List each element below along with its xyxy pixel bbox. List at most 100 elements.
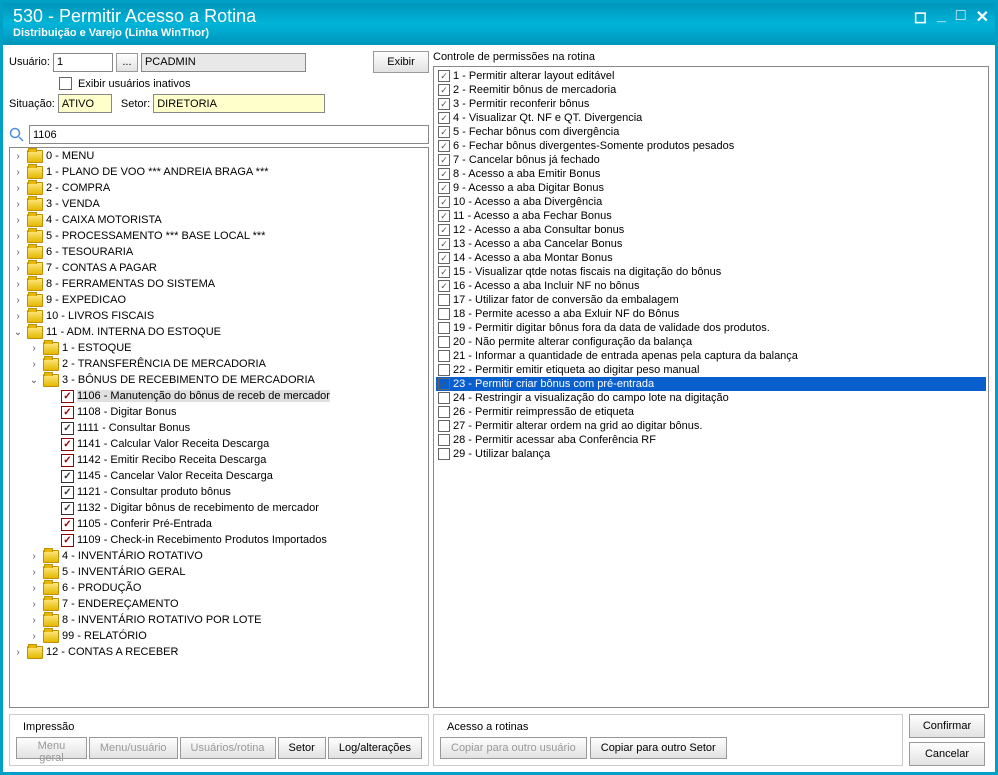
- close-icon[interactable]: ✕: [976, 7, 989, 27]
- toggle-icon[interactable]: ›: [28, 615, 40, 626]
- permission-item[interactable]: 21 - Informar a quantidade de entrada ap…: [436, 349, 986, 363]
- tree-item[interactable]: 1121 - Consultar produto bônus: [10, 484, 428, 500]
- tree-item[interactable]: ›7 - CONTAS A PAGAR: [10, 260, 428, 276]
- permission-item[interactable]: 18 - Permite acesso a aba Exluir NF do B…: [436, 307, 986, 321]
- tree-item[interactable]: ›1 - PLANO DE VOO *** ANDREIA BRAGA ***: [10, 164, 428, 180]
- tree-item[interactable]: ›99 - RELATÓRIO: [10, 628, 428, 644]
- checkbox-icon[interactable]: [61, 470, 74, 483]
- toggle-icon[interactable]: ›: [12, 279, 24, 290]
- permission-checkbox[interactable]: [438, 364, 450, 376]
- tree-item[interactable]: ›10 - LIVROS FISCAIS: [10, 308, 428, 324]
- permission-checkbox[interactable]: [438, 392, 450, 404]
- permission-item[interactable]: 28 - Permitir acessar aba Conferência RF: [436, 433, 986, 447]
- routine-tree[interactable]: ›0 - MENU›1 - PLANO DE VOO *** ANDREIA B…: [9, 147, 429, 708]
- permission-checkbox[interactable]: [438, 280, 450, 292]
- permission-checkbox[interactable]: [438, 434, 450, 446]
- toggle-icon[interactable]: ›: [28, 567, 40, 578]
- permission-checkbox[interactable]: [438, 98, 450, 110]
- permission-item[interactable]: 22 - Permitir emitir etiqueta ao digitar…: [436, 363, 986, 377]
- permission-checkbox[interactable]: [438, 168, 450, 180]
- permission-checkbox[interactable]: [438, 224, 450, 236]
- permission-checkbox[interactable]: [438, 266, 450, 278]
- permission-checkbox[interactable]: [438, 196, 450, 208]
- search-input[interactable]: [29, 125, 429, 144]
- checkbox-icon[interactable]: [61, 406, 74, 419]
- permission-item[interactable]: 10 - Acesso a aba Divergência: [436, 195, 986, 209]
- toggle-icon[interactable]: ›: [12, 183, 24, 194]
- tree-item[interactable]: ›0 - MENU: [10, 148, 428, 164]
- permission-item[interactable]: 1 - Permitir alterar layout editável: [436, 69, 986, 83]
- user-name-input[interactable]: [141, 53, 306, 72]
- checkbox-icon[interactable]: [61, 390, 74, 403]
- toggle-icon[interactable]: ›: [28, 359, 40, 370]
- permission-item[interactable]: 16 - Acesso a aba Incluir NF no bônus: [436, 279, 986, 293]
- permission-checkbox[interactable]: [438, 448, 450, 460]
- permission-item[interactable]: 15 - Visualizar qtde notas fiscais na di…: [436, 265, 986, 279]
- toggle-icon[interactable]: ›: [12, 263, 24, 274]
- tree-item[interactable]: ›8 - INVENTÁRIO ROTATIVO POR LOTE: [10, 612, 428, 628]
- toggle-icon[interactable]: ›: [12, 295, 24, 306]
- toggle-icon[interactable]: ›: [12, 247, 24, 258]
- tree-item[interactable]: ›5 - PROCESSAMENTO *** BASE LOCAL ***: [10, 228, 428, 244]
- toggle-icon[interactable]: ›: [12, 151, 24, 162]
- maximize-icon[interactable]: □: [956, 7, 966, 27]
- menu-usuario-button[interactable]: Menu/usuário: [89, 737, 178, 759]
- permission-item[interactable]: 8 - Acesso a aba Emitir Bonus: [436, 167, 986, 181]
- tree-item[interactable]: 1105 - Conferir Pré-Entrada: [10, 516, 428, 532]
- toggle-icon[interactable]: ›: [12, 231, 24, 242]
- permission-checkbox[interactable]: [438, 210, 450, 222]
- permission-checkbox[interactable]: [438, 420, 450, 432]
- permission-item[interactable]: 5 - Fechar bônus com divergência: [436, 125, 986, 139]
- checkbox-icon[interactable]: [61, 486, 74, 499]
- toggle-icon[interactable]: ›: [28, 631, 40, 642]
- permission-item[interactable]: 26 - Permitir reimpressão de etiqueta: [436, 405, 986, 419]
- tree-item[interactable]: 1141 - Calcular Valor Receita Descarga: [10, 436, 428, 452]
- permission-checkbox[interactable]: [438, 336, 450, 348]
- permission-item[interactable]: 23 - Permitir criar bônus com pré-entrad…: [436, 377, 986, 391]
- permission-item[interactable]: 14 - Acesso a aba Montar Bonus: [436, 251, 986, 265]
- permission-item[interactable]: 24 - Restringir a visualização do campo …: [436, 391, 986, 405]
- toggle-icon[interactable]: ›: [12, 311, 24, 322]
- permission-checkbox[interactable]: [438, 350, 450, 362]
- tree-item[interactable]: 1132 - Digitar bônus de recebimento de m…: [10, 500, 428, 516]
- user-id-input[interactable]: [53, 53, 113, 72]
- permission-checkbox[interactable]: [438, 252, 450, 264]
- permission-checkbox[interactable]: [438, 140, 450, 152]
- permission-checkbox[interactable]: [438, 70, 450, 82]
- permission-item[interactable]: 27 - Permitir alterar ordem na grid ao d…: [436, 419, 986, 433]
- tree-item[interactable]: ›9 - EXPEDICAO: [10, 292, 428, 308]
- tree-item[interactable]: 1108 - Digitar Bonus: [10, 404, 428, 420]
- tree-item[interactable]: 1145 - Cancelar Valor Receita Descarga: [10, 468, 428, 484]
- permission-checkbox[interactable]: [438, 322, 450, 334]
- toggle-icon[interactable]: ⌄: [28, 375, 40, 386]
- toggle-icon[interactable]: ›: [12, 647, 24, 658]
- checkbox-icon[interactable]: [61, 518, 74, 531]
- permission-checkbox[interactable]: [438, 154, 450, 166]
- cancelar-button[interactable]: Cancelar: [909, 742, 985, 766]
- toggle-icon[interactable]: ›: [28, 551, 40, 562]
- copiar-usuario-button[interactable]: Copiar para outro usuário: [440, 737, 587, 759]
- permission-item[interactable]: 4 - Visualizar Qt. NF e QT. Divergencia: [436, 111, 986, 125]
- permission-checkbox[interactable]: [438, 238, 450, 250]
- permission-checkbox[interactable]: [438, 378, 450, 390]
- permission-item[interactable]: 20 - Não permite alterar configuração da…: [436, 335, 986, 349]
- permission-checkbox[interactable]: [438, 112, 450, 124]
- toggle-icon[interactable]: ⌄: [12, 327, 24, 338]
- tree-item[interactable]: ⌄11 - ADM. INTERNA DO ESTOQUE: [10, 324, 428, 340]
- permission-checkbox[interactable]: [438, 308, 450, 320]
- minimize-icon[interactable]: _: [937, 7, 946, 27]
- tree-item[interactable]: ›3 - VENDA: [10, 196, 428, 212]
- checkbox-icon[interactable]: [61, 438, 74, 451]
- permission-item[interactable]: 19 - Permitir digitar bônus fora da data…: [436, 321, 986, 335]
- setor-button[interactable]: Setor: [278, 737, 326, 759]
- permission-checkbox[interactable]: [438, 406, 450, 418]
- toggle-icon[interactable]: ›: [28, 583, 40, 594]
- permission-item[interactable]: 7 - Cancelar bônus já fechado: [436, 153, 986, 167]
- permission-checkbox[interactable]: [438, 84, 450, 96]
- tree-item[interactable]: ›2 - TRANSFERÊNCIA DE MERCADORIA: [10, 356, 428, 372]
- menu-geral-button[interactable]: Menu geral: [16, 737, 87, 759]
- checkbox-icon[interactable]: [61, 454, 74, 467]
- permission-item[interactable]: 13 - Acesso a aba Cancelar Bonus: [436, 237, 986, 251]
- user-lookup-button[interactable]: ...: [116, 53, 138, 72]
- permission-item[interactable]: 2 - Reemitir bônus de mercadoria: [436, 83, 986, 97]
